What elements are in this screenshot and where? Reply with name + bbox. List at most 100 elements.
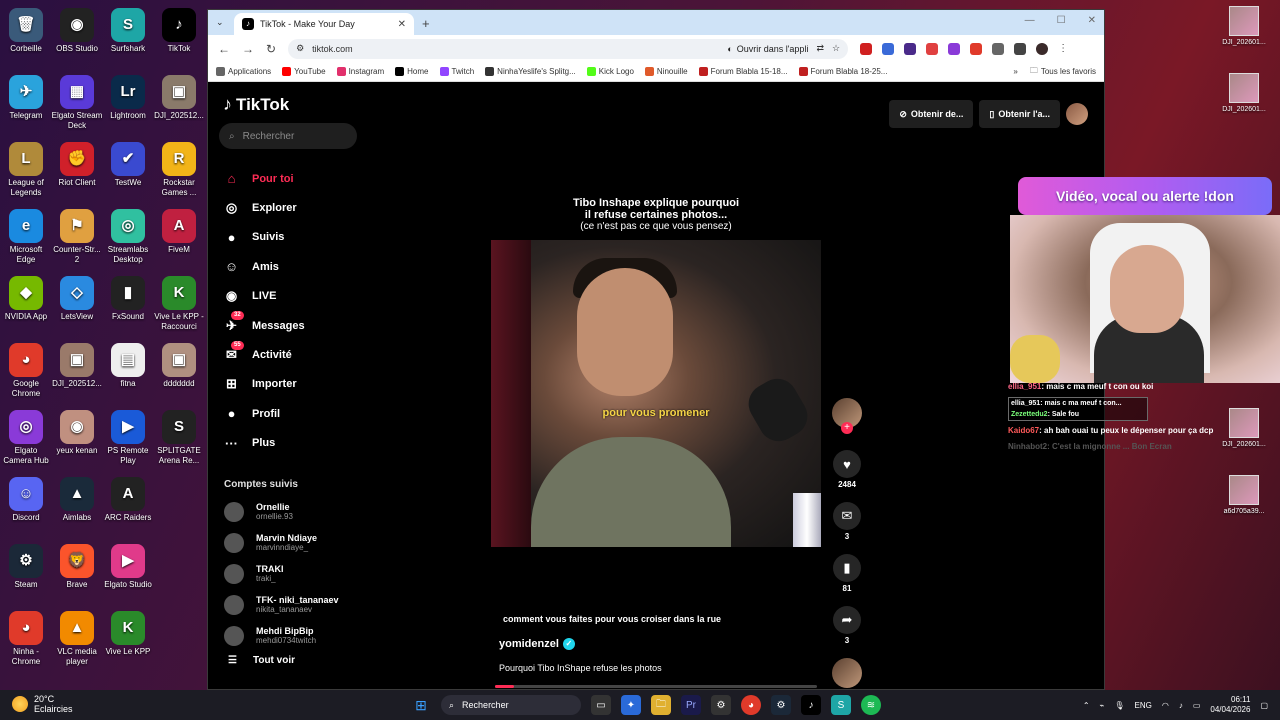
tiktok-logo[interactable]: ♪ TikTok — [223, 94, 289, 115]
desktop-icon[interactable]: A FiveM — [153, 209, 205, 255]
bookmark-item[interactable]: Forum Blabla 18-25... — [798, 67, 887, 76]
wifi-icon[interactable]: ◠ — [1162, 701, 1169, 710]
desktop-icon[interactable]: ◕ Google Chrome — [0, 343, 52, 399]
desktop-icon[interactable]: ▣ ddddddd — [153, 343, 205, 389]
save-button[interactable]: ▮ — [833, 554, 861, 582]
translate-icon[interactable]: ⇄ — [816, 43, 824, 54]
bookmark-item[interactable]: NinhaYeslife's Splitg... — [485, 67, 576, 76]
search-input[interactable]: ⌕ Rechercher — [219, 123, 357, 149]
close-window-icon[interactable]: ✕ — [1088, 15, 1096, 26]
desktop-icon[interactable]: ▶ PS Remote Play — [102, 410, 154, 466]
desktop-icon[interactable]: ✊ Riot Client — [51, 142, 103, 188]
weather-widget[interactable]: 20°C Eclaircies — [12, 694, 73, 714]
see-all-button[interactable]: ☰ Tout voir — [228, 655, 295, 666]
file-explorer-icon[interactable]: 🗀 — [651, 695, 671, 715]
get-coins-button[interactable]: ⊘ Obtenir de... — [889, 100, 974, 128]
list-item[interactable]: Ornellie ornellie.93 — [224, 496, 339, 527]
sidebar-item-importer[interactable]: ⊞ Importer — [223, 370, 393, 399]
creator-avatar[interactable]: + — [832, 398, 862, 434]
sidebar-item-activit[interactable]: ✉ 55 Activité — [223, 340, 393, 369]
tray-overflow-icon[interactable]: ⌃ — [1083, 701, 1090, 710]
desktop-file-icon[interactable]: DJI_202601... — [1214, 73, 1274, 113]
back-icon[interactable]: ← — [218, 42, 230, 56]
desktop-icon[interactable]: L League of Legends — [0, 142, 52, 198]
spotify-icon[interactable]: ≋ — [861, 695, 881, 715]
desktop-icon[interactable]: ♪ TikTok — [153, 8, 205, 54]
battery-icon[interactable]: ▭ — [1193, 701, 1201, 710]
share-button[interactable]: ➦ — [833, 606, 861, 634]
desktop-icon[interactable]: ◉ yeux kenan — [51, 410, 103, 456]
extension-icon[interactable] — [860, 42, 873, 55]
desktop-icon[interactable]: ▶ Elgato Studio — [102, 544, 154, 590]
sidebar-item-suivis[interactable]: ● Suivis — [223, 223, 393, 252]
clock[interactable]: 06:11 04/04/2026 — [1210, 695, 1250, 715]
tab-search-icon[interactable]: ⌄ — [216, 17, 224, 28]
steam-icon[interactable]: ⚙ — [771, 695, 791, 715]
video-player[interactable]: pour vous promener — [491, 240, 821, 547]
list-item[interactable]: Marvin Ndiaye marvinndiaye_ — [224, 527, 339, 558]
chrome-icon[interactable]: ◕ — [741, 695, 761, 715]
desktop-icon[interactable]: e Microsoft Edge — [0, 209, 52, 265]
desktop-icon[interactable]: ⚙ Steam — [0, 544, 52, 590]
desktop-file-icon[interactable]: DJI_202601... — [1214, 6, 1274, 46]
desktop-icon[interactable]: ◎ Streamlabs Desktop — [102, 209, 154, 265]
notifications-icon[interactable]: ▢ — [1260, 701, 1268, 710]
bookmark-star-icon[interactable]: ☆ — [832, 43, 840, 54]
desktop-icon[interactable]: Lr Lightroom — [102, 75, 154, 121]
new-tab-button[interactable]: + — [422, 16, 430, 31]
desktop-icon[interactable]: R Rockstar Games ... — [153, 142, 205, 198]
desktop-icon[interactable]: ◉ OBS Studio — [51, 8, 103, 54]
menu-kebab-icon[interactable]: ⋮ — [1058, 43, 1068, 55]
video-progress-bar[interactable] — [495, 685, 817, 688]
desktop-icon[interactable]: ◇ LetsView — [51, 276, 103, 322]
desktop-icon[interactable]: S SPLITGATE Arena Re... — [153, 410, 205, 466]
desktop-icon[interactable]: K Vive Le KPP - Raccourci — [153, 276, 205, 332]
address-bar[interactable]: ⚙ tiktok.com ◐ Ouvrir dans l'appli ⇄ ☆ — [288, 38, 849, 59]
desktop-icon[interactable]: 🦁 Brave — [51, 544, 103, 590]
video-author[interactable]: yomidenzel ✓ — [499, 638, 575, 650]
bookmark-item[interactable]: Ninouille — [644, 67, 688, 76]
comment-button[interactable]: ✉ — [833, 502, 861, 530]
desktop-icon[interactable]: 🗑 Corbeille — [0, 8, 52, 54]
all-bookmarks-button[interactable]: 🗀 Tous les favoris — [1030, 65, 1096, 79]
desktop-icon[interactable]: ◎ Elgato Camera Hub — [0, 410, 52, 466]
maximize-icon[interactable]: ☐ — [1057, 15, 1066, 26]
surfshark-icon[interactable]: S — [831, 695, 851, 715]
desktop-icon[interactable]: ◆ NVIDIA App — [0, 276, 52, 322]
list-item[interactable]: TRAKI traki_ — [224, 558, 339, 589]
mic-icon[interactable]: 🎙 — [1114, 701, 1124, 710]
desktop-icon[interactable]: ☺ Discord — [0, 477, 52, 523]
sidebar-item-amis[interactable]: ☺ Amis — [223, 252, 393, 281]
bookmarks-overflow-icon[interactable]: » — [1013, 67, 1017, 76]
task-view-icon[interactable]: ▭ — [591, 695, 611, 715]
tiktok-icon[interactable]: ♪ — [801, 695, 821, 715]
like-button[interactable]: ♥ — [833, 450, 861, 478]
extension-icon[interactable] — [904, 42, 917, 55]
taskbar-search[interactable]: ⌕ Rechercher — [441, 695, 581, 715]
language-indicator[interactable]: ENG — [1135, 701, 1152, 710]
minimize-icon[interactable]: — — [1025, 15, 1035, 26]
open-in-app-button[interactable]: ◐ Ouvrir dans l'appli — [727, 44, 808, 54]
desktop-icon[interactable]: ◕ Ninha - Chrome — [0, 611, 52, 667]
desktop-icon[interactable]: ▣ DJI_202512... — [153, 75, 205, 121]
user-avatar[interactable] — [1066, 103, 1088, 125]
windows-start-icon[interactable]: ⊞ — [411, 695, 431, 715]
extension-icon[interactable] — [970, 42, 983, 55]
sidebar-item-plus[interactable]: ··· Plus — [223, 429, 393, 458]
desktop-file-icon[interactable]: a6d705a39... — [1214, 475, 1274, 515]
bookmark-item[interactable]: Forum Blabla 15-18... — [698, 67, 788, 76]
forward-icon[interactable]: → — [242, 42, 254, 56]
desktop-icon[interactable]: ▤ fitna — [102, 343, 154, 389]
extension-icon[interactable] — [948, 42, 961, 55]
settings-icon[interactable]: ⚙ — [711, 695, 731, 715]
tab-tiktok[interactable]: ♪ TikTok - Make Your Day ✕ — [234, 13, 414, 35]
desktop-icon[interactable]: ▦ Elgato Stream Deck — [51, 75, 103, 131]
extension-icon[interactable] — [882, 42, 895, 55]
copilot-icon[interactable]: ✦ — [621, 695, 641, 715]
get-app-button[interactable]: ▯ Obtenir l'a... — [979, 100, 1060, 128]
profile-avatar[interactable] — [1036, 42, 1049, 55]
desktop-icon[interactable]: ▲ Aimlabs — [51, 477, 103, 523]
extensions-puzzle-icon[interactable] — [992, 42, 1005, 55]
desktop-icon[interactable]: ✈ Telegram — [0, 75, 52, 121]
desktop-icon[interactable]: ✔ TestWe — [102, 142, 154, 188]
